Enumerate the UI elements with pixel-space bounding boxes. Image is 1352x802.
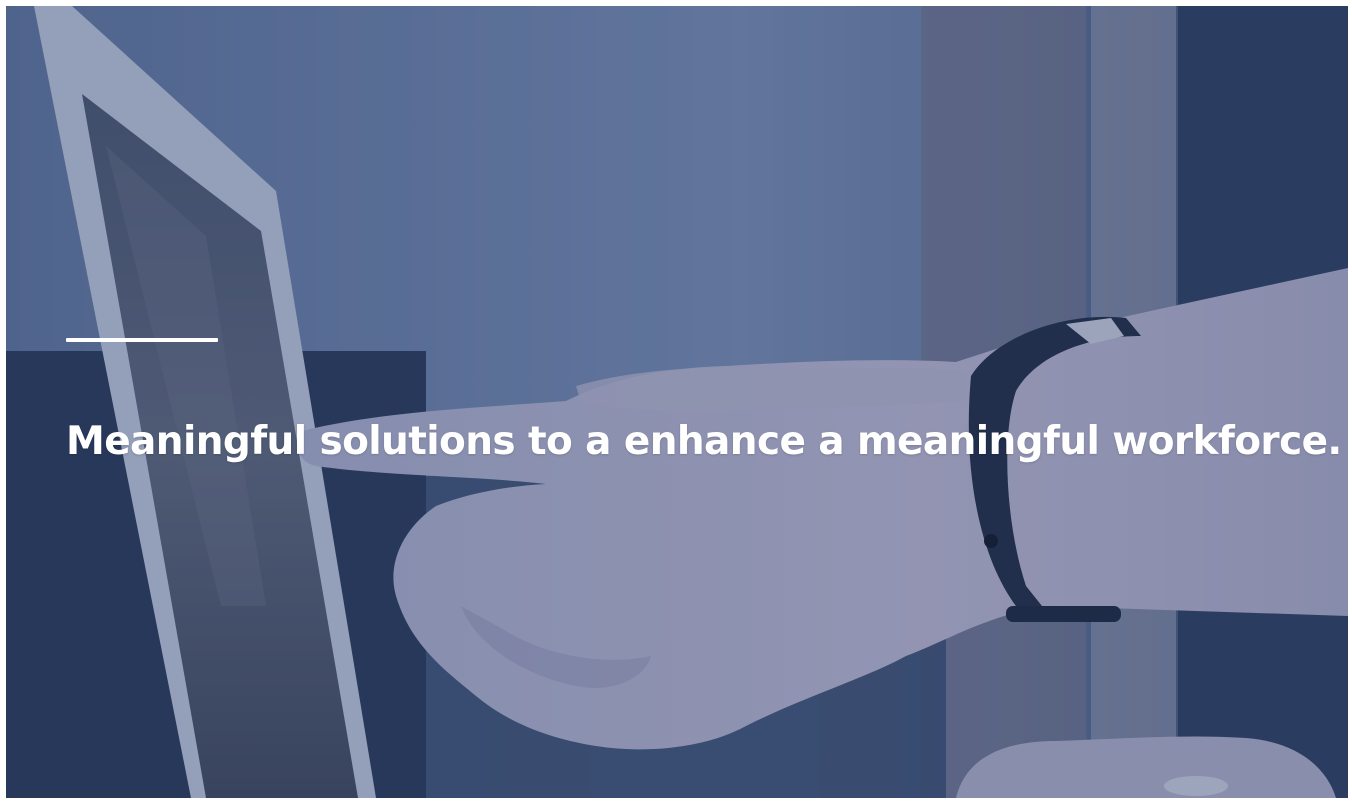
accent-divider (66, 338, 218, 342)
hero-banner: Meaningful solutions to a enhance a mean… (6, 6, 1348, 798)
hero-headline: Meaningful solutions to a enhance a mean… (66, 419, 1342, 464)
hero-content: Meaningful solutions to a enhance a mean… (66, 338, 1342, 466)
